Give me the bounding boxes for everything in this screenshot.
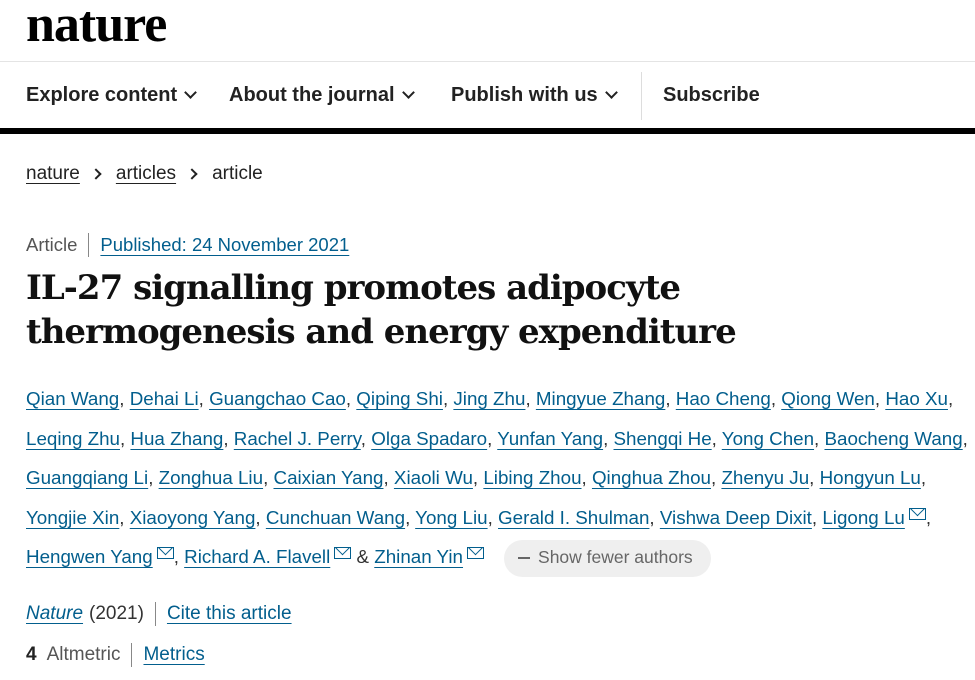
author-link[interactable]: Guangchao Cao xyxy=(209,388,346,409)
author-link[interactable]: Libing Zhou xyxy=(483,467,581,488)
author-link[interactable]: Gerald I. Shulman xyxy=(498,507,649,528)
minus-icon xyxy=(518,557,531,560)
author-link[interactable]: Qiping Shi xyxy=(356,388,443,409)
author-link[interactable]: Ligong Lu xyxy=(822,507,905,528)
email-icon[interactable] xyxy=(467,547,485,559)
citation-line: Nature (2021) Cite this article xyxy=(26,602,292,626)
author-link[interactable]: Xiaoyong Yang xyxy=(130,507,256,528)
author-link[interactable]: Olga Spadaro xyxy=(371,428,487,449)
cite-this-article-link[interactable]: Cite this article xyxy=(167,603,292,625)
chevron-right-icon xyxy=(90,168,102,180)
nav-about-journal[interactable]: About the journal xyxy=(229,84,415,107)
author-link[interactable]: Caixian Yang xyxy=(274,467,384,488)
breadcrumb: nature articles article xyxy=(26,163,263,185)
author-link[interactable]: Zhinan Yin xyxy=(374,546,463,567)
nav-subscribe-label: Subscribe xyxy=(663,84,760,106)
nav-explore-label: Explore content xyxy=(26,84,178,106)
author-link[interactable]: Zonghua Liu xyxy=(159,467,263,488)
author-link[interactable]: Hongyun Lu xyxy=(820,467,921,488)
email-icon[interactable] xyxy=(334,547,352,559)
altmetric-label: Altmetric xyxy=(46,644,121,665)
chevron-down-icon xyxy=(184,86,198,99)
author-link[interactable]: Jing Zhu xyxy=(453,388,525,409)
author-link[interactable]: Leqing Zhu xyxy=(26,428,120,449)
author-link[interactable]: Shengqi He xyxy=(614,428,712,449)
author-link[interactable]: Yongjie Xin xyxy=(26,507,119,528)
divider xyxy=(154,602,156,626)
altmetric-count: 4 xyxy=(26,644,37,665)
breadcrumb-articles-link[interactable]: articles xyxy=(116,163,176,185)
nav-about-label: About the journal xyxy=(229,84,395,106)
author-link[interactable]: Qinghua Zhou xyxy=(592,467,711,488)
main-nav: Explore content About the journal Publis… xyxy=(0,62,975,130)
author-link[interactable]: Dehai Li xyxy=(130,388,199,409)
author-link[interactable]: Richard A. Flavell xyxy=(184,546,330,567)
email-icon[interactable] xyxy=(908,507,926,520)
nav-divider xyxy=(641,72,642,120)
author-link[interactable]: Hengwen Yang xyxy=(26,546,153,567)
metrics-line: 4 Altmetric Metrics xyxy=(26,643,205,667)
chevron-down-icon xyxy=(604,86,618,99)
article-type: Article xyxy=(26,234,78,255)
divider xyxy=(131,643,133,667)
article-meta: Article Published: 24 November 2021 xyxy=(26,233,349,257)
author-link[interactable]: Yong Chen xyxy=(722,428,814,449)
show-fewer-label: Show fewer authors xyxy=(538,547,693,568)
author-link[interactable]: Vishwa Deep Dixit xyxy=(660,507,812,528)
journal-link[interactable]: Nature xyxy=(26,603,83,625)
email-icon[interactable] xyxy=(156,547,174,559)
author-link[interactable]: Zhenyu Ju xyxy=(721,467,809,488)
author-link[interactable]: Rachel J. Perry xyxy=(234,428,361,449)
author-link[interactable]: Yunfan Yang xyxy=(497,428,603,449)
author-link[interactable]: Hao Xu xyxy=(885,388,948,409)
author-link[interactable]: Mingyue Zhang xyxy=(536,388,665,409)
nav-subscribe[interactable]: Subscribe xyxy=(663,84,760,107)
show-fewer-authors-button[interactable]: Show fewer authors xyxy=(504,539,711,577)
author-link[interactable]: Guangqiang Li xyxy=(26,467,148,488)
metrics-link[interactable]: Metrics xyxy=(143,644,204,666)
chevron-down-icon xyxy=(401,86,415,99)
nature-logo[interactable]: nature xyxy=(26,0,167,54)
nav-explore-content[interactable]: Explore content xyxy=(26,84,198,107)
navbar-bottom-border xyxy=(0,128,975,134)
publication-year: (2021) xyxy=(89,603,144,624)
breadcrumb-current: article xyxy=(212,163,263,184)
author-link[interactable]: Yong Liu xyxy=(415,507,487,528)
published-date-link[interactable]: Published: 24 November 2021 xyxy=(100,234,349,256)
author-link[interactable]: Qian Wang xyxy=(26,388,119,409)
author-ampersand: & xyxy=(356,546,370,567)
nav-publish[interactable]: Publish with us xyxy=(451,84,618,107)
breadcrumb-home-link[interactable]: nature xyxy=(26,163,80,185)
author-list: Qian Wang, Dehai Li, Guangchao Cao, Qipi… xyxy=(26,379,971,577)
nav-publish-label: Publish with us xyxy=(451,84,598,106)
author-link[interactable]: Xiaoli Wu xyxy=(394,467,473,488)
author-link[interactable]: Hua Zhang xyxy=(130,428,223,449)
author-link[interactable]: Qiong Wen xyxy=(781,388,875,409)
divider xyxy=(88,233,90,257)
chevron-right-icon xyxy=(186,168,198,180)
author-link[interactable]: Cunchuan Wang xyxy=(266,507,405,528)
article-title: IL-27 signalling promotes adipocyte ther… xyxy=(26,268,737,352)
author-link[interactable]: Baocheng Wang xyxy=(824,428,962,449)
author-link[interactable]: Hao Cheng xyxy=(676,388,771,409)
